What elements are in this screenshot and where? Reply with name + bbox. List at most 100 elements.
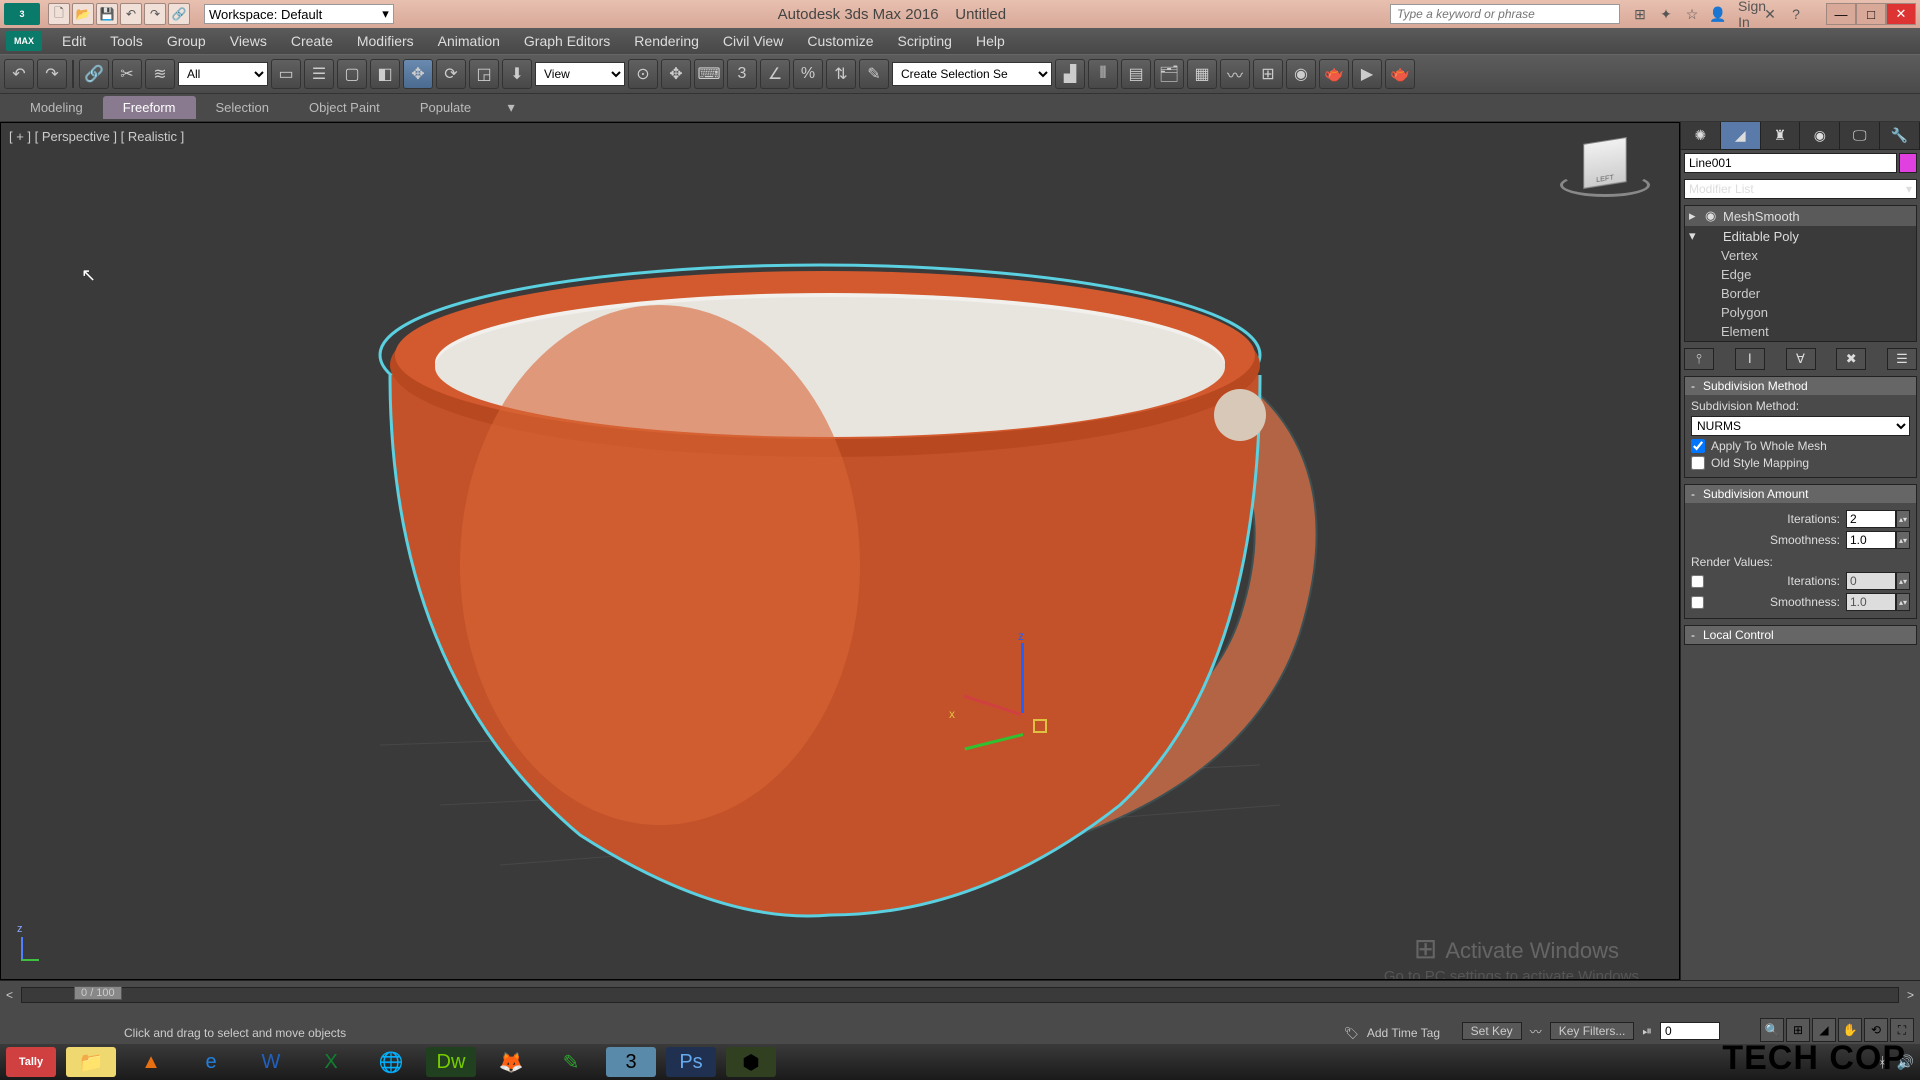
rollout-subdiv-amount-header[interactable]: -Subdivision Amount [1685,485,1916,503]
viewport-label[interactable]: [ + ] [ Perspective ] [ Realistic ] [9,129,184,144]
search-input[interactable] [1390,4,1620,24]
modifier-stack[interactable]: ▸◉MeshSmooth▾Editable PolyVertexEdgeBord… [1684,205,1917,342]
taskbar-vlc-icon[interactable]: ▲ [126,1047,176,1077]
render-smooth-checkbox[interactable] [1691,596,1704,609]
tb-icon[interactable]: ⊞ [1630,6,1650,23]
add-time-tag[interactable]: Add Time Tag [1367,1026,1440,1040]
stack-item-border[interactable]: Border [1685,284,1916,303]
max-menu-icon[interactable]: MAX [6,31,42,51]
modifier-list-dropdown[interactable]: Modifier List▾ [1684,179,1917,199]
menu-customize[interactable]: Customize [795,31,885,51]
unique-icon[interactable]: ∀ [1786,348,1816,370]
coord-z-input[interactable] [1240,1018,1324,1036]
taskbar-dreamweaver-icon[interactable]: Dw [426,1047,476,1077]
close-button[interactable]: ✕ [1886,3,1916,25]
subdiv-method-dropdown[interactable]: NURMS [1691,416,1910,436]
spinner-snap-icon[interactable]: ⇅ [826,59,856,89]
selection-filter-dropdown[interactable]: All [178,62,268,86]
select-name-icon[interactable]: ☰ [304,59,334,89]
setkey-button[interactable]: Set Key [1462,1022,1522,1040]
frame-step-icon[interactable]: ⏯ [1642,1024,1652,1039]
pivot-icon[interactable]: ⊙ [628,59,658,89]
coord-y-input[interactable] [1125,1018,1209,1036]
timetag-icon[interactable]: 🏷 [1344,1026,1359,1040]
workspace-dropdown[interactable]: Workspace: Default▾ [204,4,394,24]
time-slider[interactable]: < 0 / 100 > [0,980,1920,1008]
rotate-icon[interactable]: ⟳ [436,59,466,89]
menu-graph-editors[interactable]: Graph Editors [512,31,622,51]
object-color-swatch[interactable] [1899,153,1917,173]
link-icon[interactable]: 🔗 [79,59,109,89]
smoothness-input[interactable] [1846,531,1896,549]
selection-lock-icon[interactable]: ⊞ [969,1020,979,1034]
keyfilters-button[interactable]: Key Filters... [1550,1022,1635,1040]
rollout-local-control-header[interactable]: -Local Control [1685,626,1916,644]
named-selection-dropdown[interactable]: Create Selection Se [892,62,1052,86]
star-icon[interactable]: ☆ [1682,6,1702,23]
render-iter-checkbox[interactable] [1691,575,1704,588]
display-tab-icon[interactable]: 🖵 [1840,122,1880,149]
isolate-icon[interactable]: 💡 [944,1020,959,1034]
redo-icon[interactable]: ↷ [37,59,67,89]
manip-icon[interactable]: ✥ [661,59,691,89]
percent-snap-icon[interactable]: % [793,59,823,89]
old-style-mapping-checkbox[interactable] [1691,456,1705,470]
spinner-icon[interactable]: ▴▾ [1896,593,1910,611]
menu-edit[interactable]: Edit [50,31,98,51]
bind-icon[interactable]: ≋ [145,59,175,89]
menu-modifiers[interactable]: Modifiers [345,31,426,51]
curve-editor-icon[interactable]: 〰 [1220,59,1250,89]
material-editor-icon[interactable]: ◉ [1286,59,1316,89]
stack-item-editable-poly[interactable]: ▾Editable Poly [1685,226,1916,246]
ribbon-toggle-icon[interactable]: ▦ [1187,59,1217,89]
configure-icon[interactable]: ☰ [1887,348,1917,370]
cup-model[interactable] [360,245,1320,925]
keyboard-icon[interactable]: ⌨ [694,59,724,89]
app-icon[interactable]: 3 [4,3,40,25]
named-sel-edit-icon[interactable]: ✎ [859,59,889,89]
viewcube-face[interactable]: LEFT [1583,137,1627,189]
spinner-icon[interactable]: ▴▾ [1896,572,1910,590]
render-setup-icon[interactable]: 🫖 [1319,59,1349,89]
motion-tab-icon[interactable]: ◉ [1800,122,1840,149]
taskbar-tally-icon[interactable]: Tally [6,1047,56,1077]
taskbar-excel-icon[interactable]: X [306,1047,356,1077]
scene-explorer-icon[interactable]: 🗂 [1154,59,1184,89]
tb-icon[interactable]: ✦ [1656,6,1676,23]
maximize-button[interactable]: □ [1856,3,1886,25]
snap-icon[interactable]: 3 [727,59,757,89]
windows-taskbar[interactable]: Tally 📁 ▲ e W X 🌐 Dw 🦊 ✎ 3 Ps ⬢ ᚼ 🔊 [0,1044,1920,1080]
minimize-button[interactable]: — [1826,3,1856,25]
spinner-icon[interactable]: ▴▾ [1896,510,1910,528]
help-icon[interactable]: ? [1786,6,1806,22]
utilities-tab-icon[interactable]: 🔧 [1880,122,1920,149]
ribbon-tab-populate[interactable]: Populate [400,96,491,119]
taskbar-word-icon[interactable]: W [246,1047,296,1077]
modify-tab-icon[interactable]: ◢ [1721,122,1761,149]
angle-snap-icon[interactable]: ∠ [760,59,790,89]
ribbon-collapse-icon[interactable]: ▾ [501,99,521,116]
taskbar-photoshop-icon[interactable]: Ps [666,1047,716,1077]
menu-group[interactable]: Group [155,31,218,51]
menu-create[interactable]: Create [279,31,345,51]
region-icon[interactable]: ▢ [337,59,367,89]
pin-stack-icon[interactable]: ⫯ [1684,348,1714,370]
stack-item-edge[interactable]: Edge [1685,265,1916,284]
qat-open-icon[interactable]: 📂 [72,3,94,25]
taskbar-ie-icon[interactable]: e [186,1047,236,1077]
time-slider-thumb[interactable]: 0 / 100 [74,986,122,1000]
current-frame-input[interactable] [1660,1022,1720,1040]
viewcube[interactable]: LEFT [1555,135,1655,215]
timeline-prev-icon[interactable]: < [6,988,13,1002]
user-icon[interactable]: 👤 [1708,6,1728,23]
ribbon-tab-selection[interactable]: Selection [196,96,289,119]
show-end-icon[interactable]: Ⅰ [1735,348,1765,370]
layers-icon[interactable]: ▤ [1121,59,1151,89]
apply-whole-mesh-checkbox[interactable] [1691,439,1705,453]
create-tab-icon[interactable]: ✺ [1681,122,1721,149]
qat-redo-icon[interactable]: ↷ [144,3,166,25]
menu-animation[interactable]: Animation [426,31,512,51]
ribbon-tab-modeling[interactable]: Modeling [10,96,103,119]
refcoord-dropdown[interactable]: View [535,62,625,86]
menu-scripting[interactable]: Scripting [885,31,963,51]
